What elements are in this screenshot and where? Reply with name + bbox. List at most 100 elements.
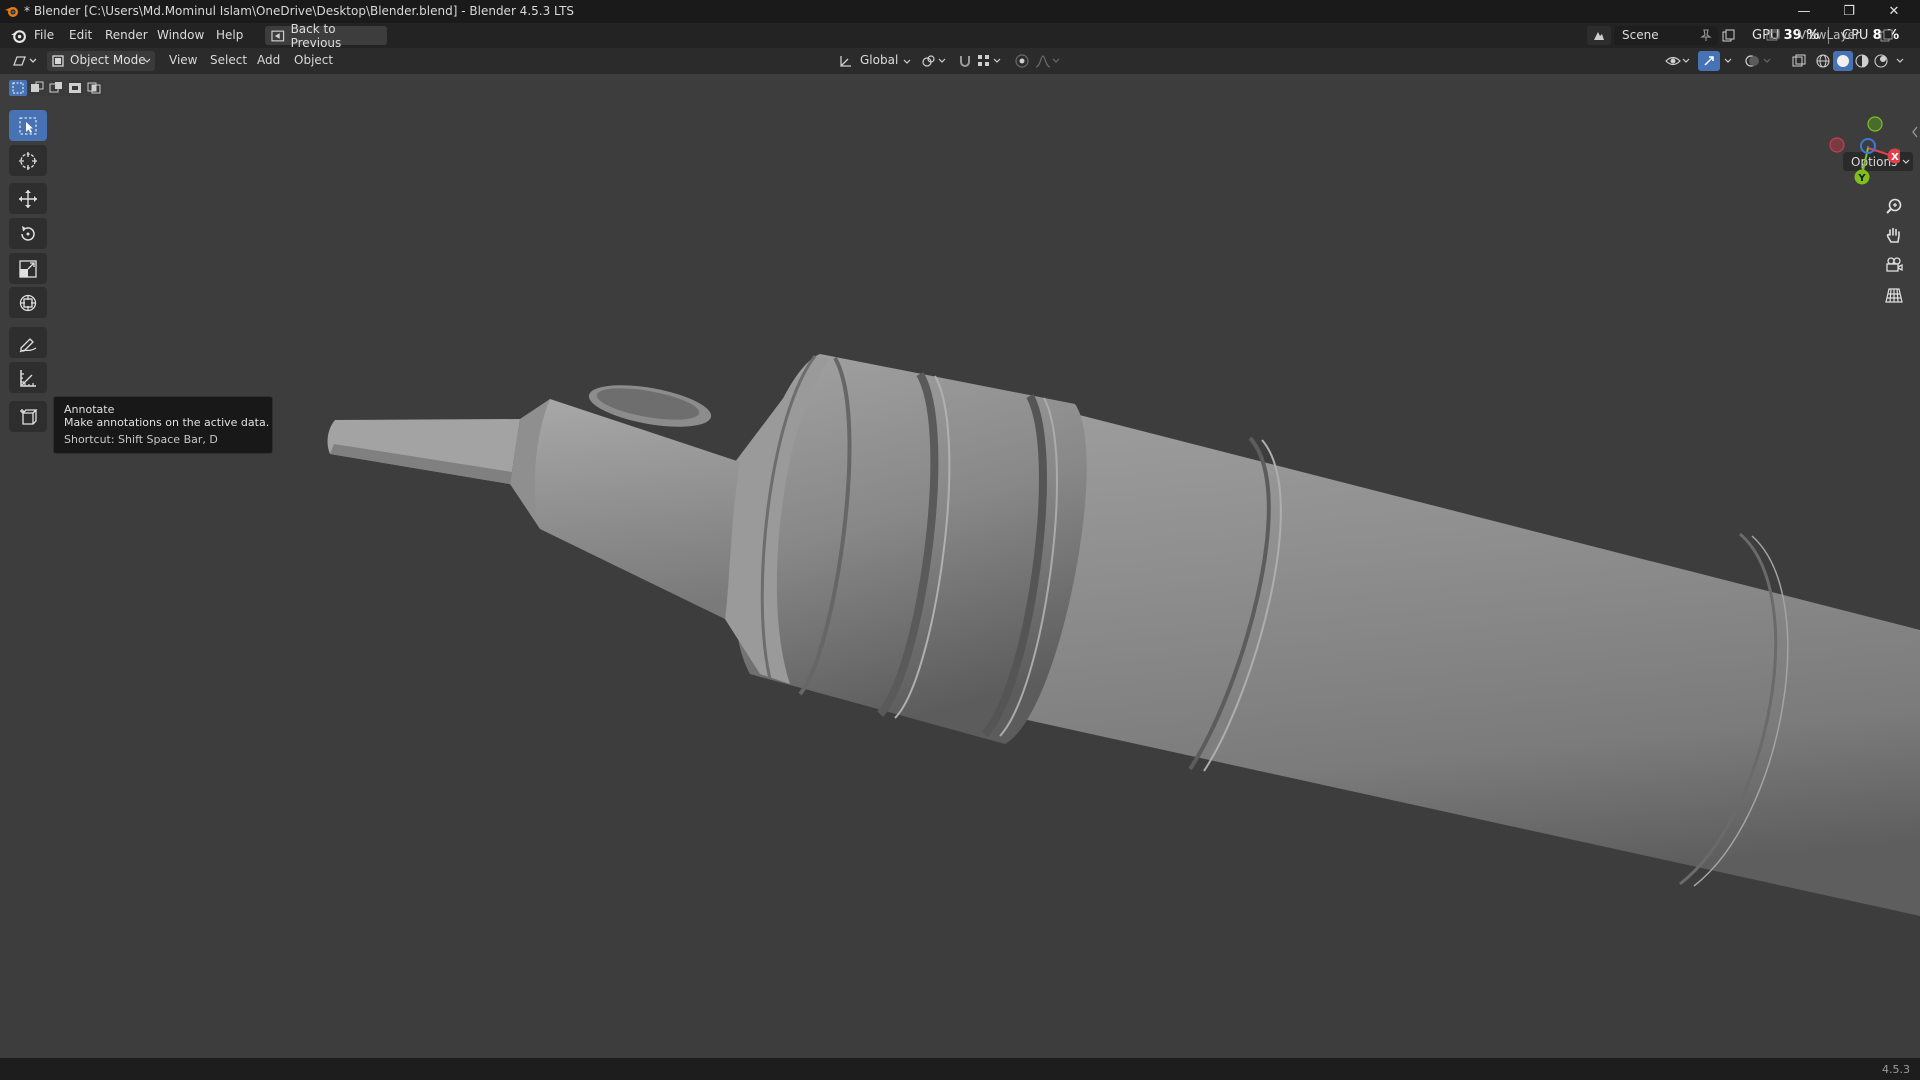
proportional-falloff-icon[interactable] (1034, 52, 1062, 70)
pen-model-render (327, 354, 1920, 916)
header-menu-object[interactable]: Object (294, 53, 333, 67)
add-cube-icon (20, 408, 38, 425)
select-set-icon[interactable] (9, 80, 27, 96)
select-extend-icon[interactable] (28, 80, 46, 96)
mode-selector[interactable]: Object Mode (47, 51, 155, 71)
object-mode-icon (52, 55, 64, 67)
restore-icon[interactable]: ❐ (1827, 0, 1871, 23)
snap-target-icon[interactable] (976, 52, 1004, 70)
shading-solid-icon[interactable] (1833, 51, 1853, 71)
menu-edit[interactable]: Edit (69, 28, 92, 42)
select-invert-icon[interactable] (66, 80, 84, 96)
header-menu-add[interactable]: Add (257, 53, 280, 67)
new-view-layer-icon[interactable] (1876, 26, 1896, 45)
tool-move[interactable] (9, 183, 47, 214)
shading-wireframe-icon[interactable] (1814, 52, 1832, 70)
proportional-editing-icon[interactable] (1012, 52, 1032, 70)
tool-annotate[interactable] (9, 327, 47, 358)
select-box-icon (19, 117, 37, 134)
annotate-tooltip: Annotate Make annotations on the active … (53, 396, 273, 454)
scene-selector[interactable]: Scene (1614, 26, 1718, 45)
tool-rotate[interactable] (9, 218, 47, 249)
tool-measure[interactable] (9, 362, 47, 393)
zoom-view-button[interactable] (1881, 193, 1907, 219)
rotate-icon (21, 225, 35, 241)
editor-type-icon[interactable] (10, 51, 40, 71)
viewport-header: Object Mode View Select Add Object Globa… (0, 48, 1920, 74)
tool-scale[interactable] (9, 253, 47, 284)
menu-render[interactable]: Render (105, 28, 148, 42)
sidebar-collapse-icon[interactable] (1911, 126, 1919, 138)
selection-mode-group (9, 80, 105, 96)
measure-icon (20, 369, 36, 387)
blender-menu-icon[interactable] (10, 27, 27, 44)
gizmo-x-label: X (1891, 152, 1899, 163)
orientation-label: Global (860, 53, 899, 67)
shading-dropdown-icon[interactable] (1893, 52, 1907, 70)
visibility-selectability-icon[interactable] (1664, 52, 1692, 70)
version-label: 4.5.3 (1882, 1063, 1910, 1076)
3d-viewport[interactable]: Options X Y Annotate Make annotations on… (0, 74, 1920, 1058)
cursor-icon (19, 151, 37, 170)
header-menu-select[interactable]: Select (210, 53, 247, 67)
snap-toggle-icon[interactable] (955, 52, 975, 70)
pan-view-button[interactable] (1881, 222, 1907, 248)
mode-label: Object Mode (70, 53, 146, 67)
gizmo-y-label: Y (1857, 173, 1866, 184)
tool-select-box[interactable] (9, 110, 47, 141)
chevron-down-icon (903, 59, 911, 64)
scene-name: Scene (1622, 28, 1659, 42)
gizmo-dropdown-icon[interactable] (1720, 52, 1736, 70)
chevron-down-icon (1902, 159, 1910, 164)
close-icon[interactable]: ✕ (1872, 0, 1916, 23)
top-menu-bar: File Edit Render Window Help Back to Pre… (0, 22, 1920, 50)
pivot-point-icon[interactable] (920, 52, 948, 70)
tooltip-title: Annotate (64, 403, 115, 416)
magnifier-icon (1886, 198, 1902, 214)
back-to-previous-label: Back to Previous (290, 21, 342, 50)
transform-icon (19, 294, 37, 311)
select-intersect-icon[interactable] (85, 80, 103, 96)
perspective-toggle-button[interactable] (1881, 282, 1907, 308)
blender-logo-icon (5, 7, 18, 17)
annotate-icon (19, 337, 37, 352)
title-bar: * Blender [C:\Users\Md.Mominul Islam\One… (0, 0, 1920, 23)
view-layer-icon[interactable] (1762, 26, 1784, 45)
gizmo-neg-y-icon[interactable] (1867, 116, 1883, 132)
orientation-global-icon (840, 56, 851, 67)
xray-toggle-icon[interactable] (1788, 52, 1810, 70)
tool-transform[interactable] (9, 287, 47, 318)
tool-cursor[interactable] (9, 145, 47, 176)
scene-type-icon[interactable] (1587, 26, 1611, 45)
menu-file[interactable]: File (34, 28, 54, 42)
back-to-previous-button[interactable]: Back to Previous (265, 22, 387, 50)
gizmo-toggle-icon[interactable] (1698, 51, 1720, 71)
scale-icon (19, 259, 37, 278)
menu-window[interactable]: Window (157, 28, 204, 42)
hand-icon (1886, 227, 1900, 243)
shading-rendered-icon[interactable] (1872, 52, 1890, 70)
screen-back-icon (271, 30, 285, 41)
move-icon (19, 189, 37, 208)
window-title: * Blender [C:\Users\Md.Mominul Islam\One… (24, 4, 575, 18)
camera-view-button[interactable] (1881, 252, 1907, 278)
chevron-down-icon (143, 58, 151, 63)
tooltip-description: Make annotations on the active data. (64, 416, 270, 429)
menu-help[interactable]: Help (216, 28, 243, 42)
minimize-icon[interactable]: — (1782, 0, 1826, 23)
camera-icon (1886, 257, 1903, 272)
pin-icon[interactable] (1700, 29, 1712, 42)
overlays-icon[interactable] (1744, 52, 1774, 70)
tool-add-cube[interactable] (9, 401, 47, 432)
tooltip-shortcut: Shortcut: Shift Space Bar, D (64, 433, 218, 446)
navigation-gizmo[interactable]: X Y (1820, 110, 1900, 190)
new-scene-icon[interactable] (1718, 26, 1738, 45)
header-menu-view[interactable]: View (169, 53, 197, 67)
select-subtract-icon[interactable] (47, 80, 65, 96)
gizmo-neg-x-icon[interactable] (1829, 137, 1845, 153)
grid-perspective-icon (1885, 288, 1903, 303)
transform-orientation-selector[interactable]: Global (836, 51, 914, 71)
view-layer-name[interactable]: ViewLayer (1798, 28, 1860, 42)
status-bar: 4.5.3 (0, 1058, 1920, 1080)
shading-material-icon[interactable] (1853, 52, 1871, 70)
